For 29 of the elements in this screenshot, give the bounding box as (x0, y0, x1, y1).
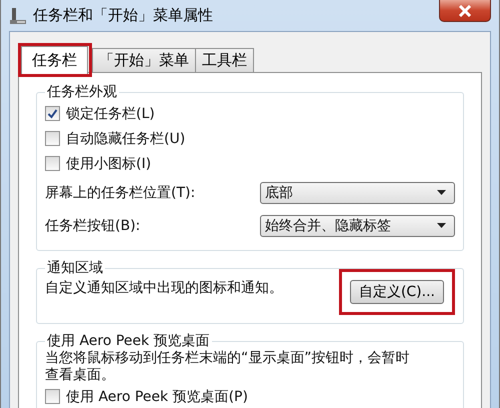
dropdown-value: 底部 (265, 184, 293, 202)
checkbox[interactable] (45, 389, 60, 404)
group-title: 通知区域 (46, 259, 104, 277)
group-title: 使用 Aero Peek 预览桌面 (46, 332, 211, 350)
close-button[interactable] (439, 0, 491, 22)
dropdown[interactable]: 始终合并、隐藏标签 (260, 214, 455, 236)
description-text: 自定义通知区域中出现的图标和通知。 (45, 279, 283, 297)
checkbox-label: 自动隐藏任务栏(U) (66, 130, 186, 148)
caret-icon (437, 190, 446, 195)
caret-icon (437, 223, 446, 228)
customize-button[interactable]: 自定义(C)... (350, 280, 444, 304)
window-title: 任务栏和「开始」菜单属性 (33, 6, 213, 25)
group-title: 任务栏外观 (46, 83, 118, 101)
dropdown-value: 始终合并、隐藏标签 (265, 216, 391, 234)
checkbox-label: 锁定任务栏(L) (66, 104, 155, 122)
dropdown[interactable]: 底部 (260, 182, 455, 204)
description-text: 当您将鼠标移动到任务栏末端的“显示桌面”按钮时，会暂时查看桌面。 (45, 350, 411, 384)
checkbox[interactable] (45, 106, 60, 121)
tab[interactable]: 「开始」菜单 (92, 48, 196, 72)
field-label: 任务栏按钮(B): (45, 216, 140, 234)
checkbox[interactable] (45, 131, 60, 146)
checkbox-label: 使用 Aero Peek 预览桌面(P) (66, 388, 248, 406)
close-icon (458, 4, 472, 16)
checkbox-label: 使用小图标(I) (66, 154, 152, 172)
checkbox[interactable] (45, 156, 60, 171)
tab[interactable]: 工具栏 (195, 48, 254, 72)
taskbar-icon (9, 6, 27, 24)
field-label: 屏幕上的任务栏位置(T): (45, 184, 196, 202)
tab[interactable]: 任务栏 (21, 46, 88, 74)
